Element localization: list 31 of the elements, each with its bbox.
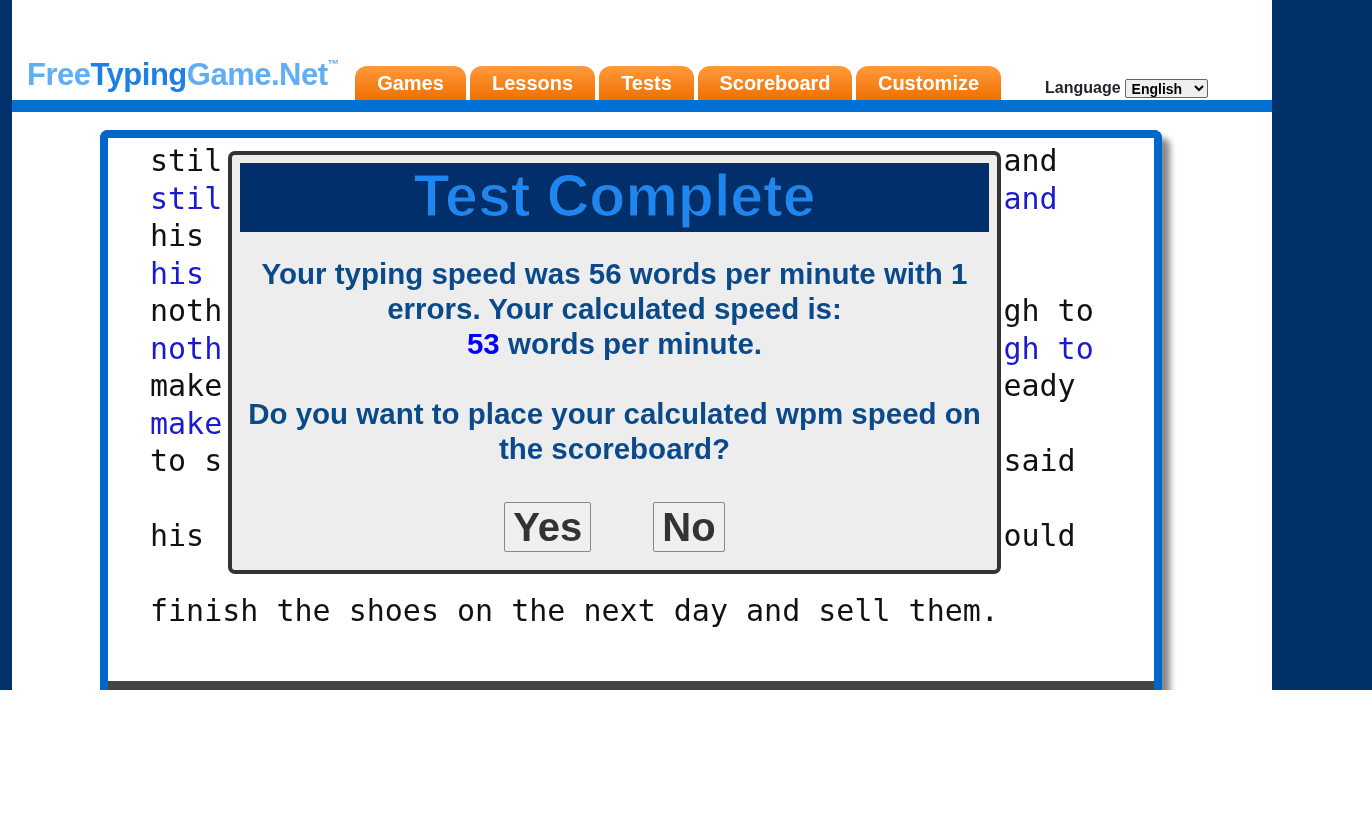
passage-text: gh to — [1003, 292, 1094, 330]
passage-text: noth — [150, 292, 223, 330]
site-logo[interactable]: FreeTypingGame.Net$^{™}$ — [27, 51, 339, 98]
nav-tab[interactable]: Lessons — [470, 66, 595, 100]
passage-text: finish the shoes on the next day and sell them. — [150, 592, 999, 630]
passage-text: ould — [1003, 517, 1076, 555]
yes-button[interactable]: Yes — [504, 502, 592, 552]
language-select[interactable]: English — [1124, 78, 1208, 98]
passage-text: his — [150, 217, 205, 255]
passage-text: said — [1003, 442, 1076, 480]
passage-text: gh to — [1003, 329, 1094, 367]
passage-text: make — [150, 404, 223, 442]
passage-text: his — [150, 254, 205, 292]
passage-text: and — [1003, 142, 1058, 180]
passage-text: noth — [150, 329, 223, 367]
passage-text: make — [150, 367, 223, 405]
passage-text: stil — [150, 142, 223, 180]
language-label: Language — [1045, 78, 1121, 98]
result-text: Your typing speed was 56 words per minute with 1 errors. Your calculated speed is: 53 words per minute. — [260, 256, 969, 361]
passage-text: eady — [1003, 367, 1076, 405]
passage-text: his — [150, 517, 205, 555]
question-text: Do you want to place your calculated wpm speed on the scoreboard? — [247, 396, 982, 466]
passage-text: to s — [150, 442, 223, 480]
nav-tab[interactable]: Tests — [599, 66, 694, 100]
no-button[interactable]: No — [653, 502, 725, 552]
nav-tab[interactable]: Customize — [856, 66, 1001, 100]
passage-text: and — [1003, 179, 1058, 217]
nav-tab[interactable]: Games — [355, 66, 466, 100]
passage-text: stil — [150, 179, 223, 217]
nav-tab[interactable]: Scoreboard — [698, 66, 852, 100]
dialog-title: Test Complete — [240, 163, 989, 232]
